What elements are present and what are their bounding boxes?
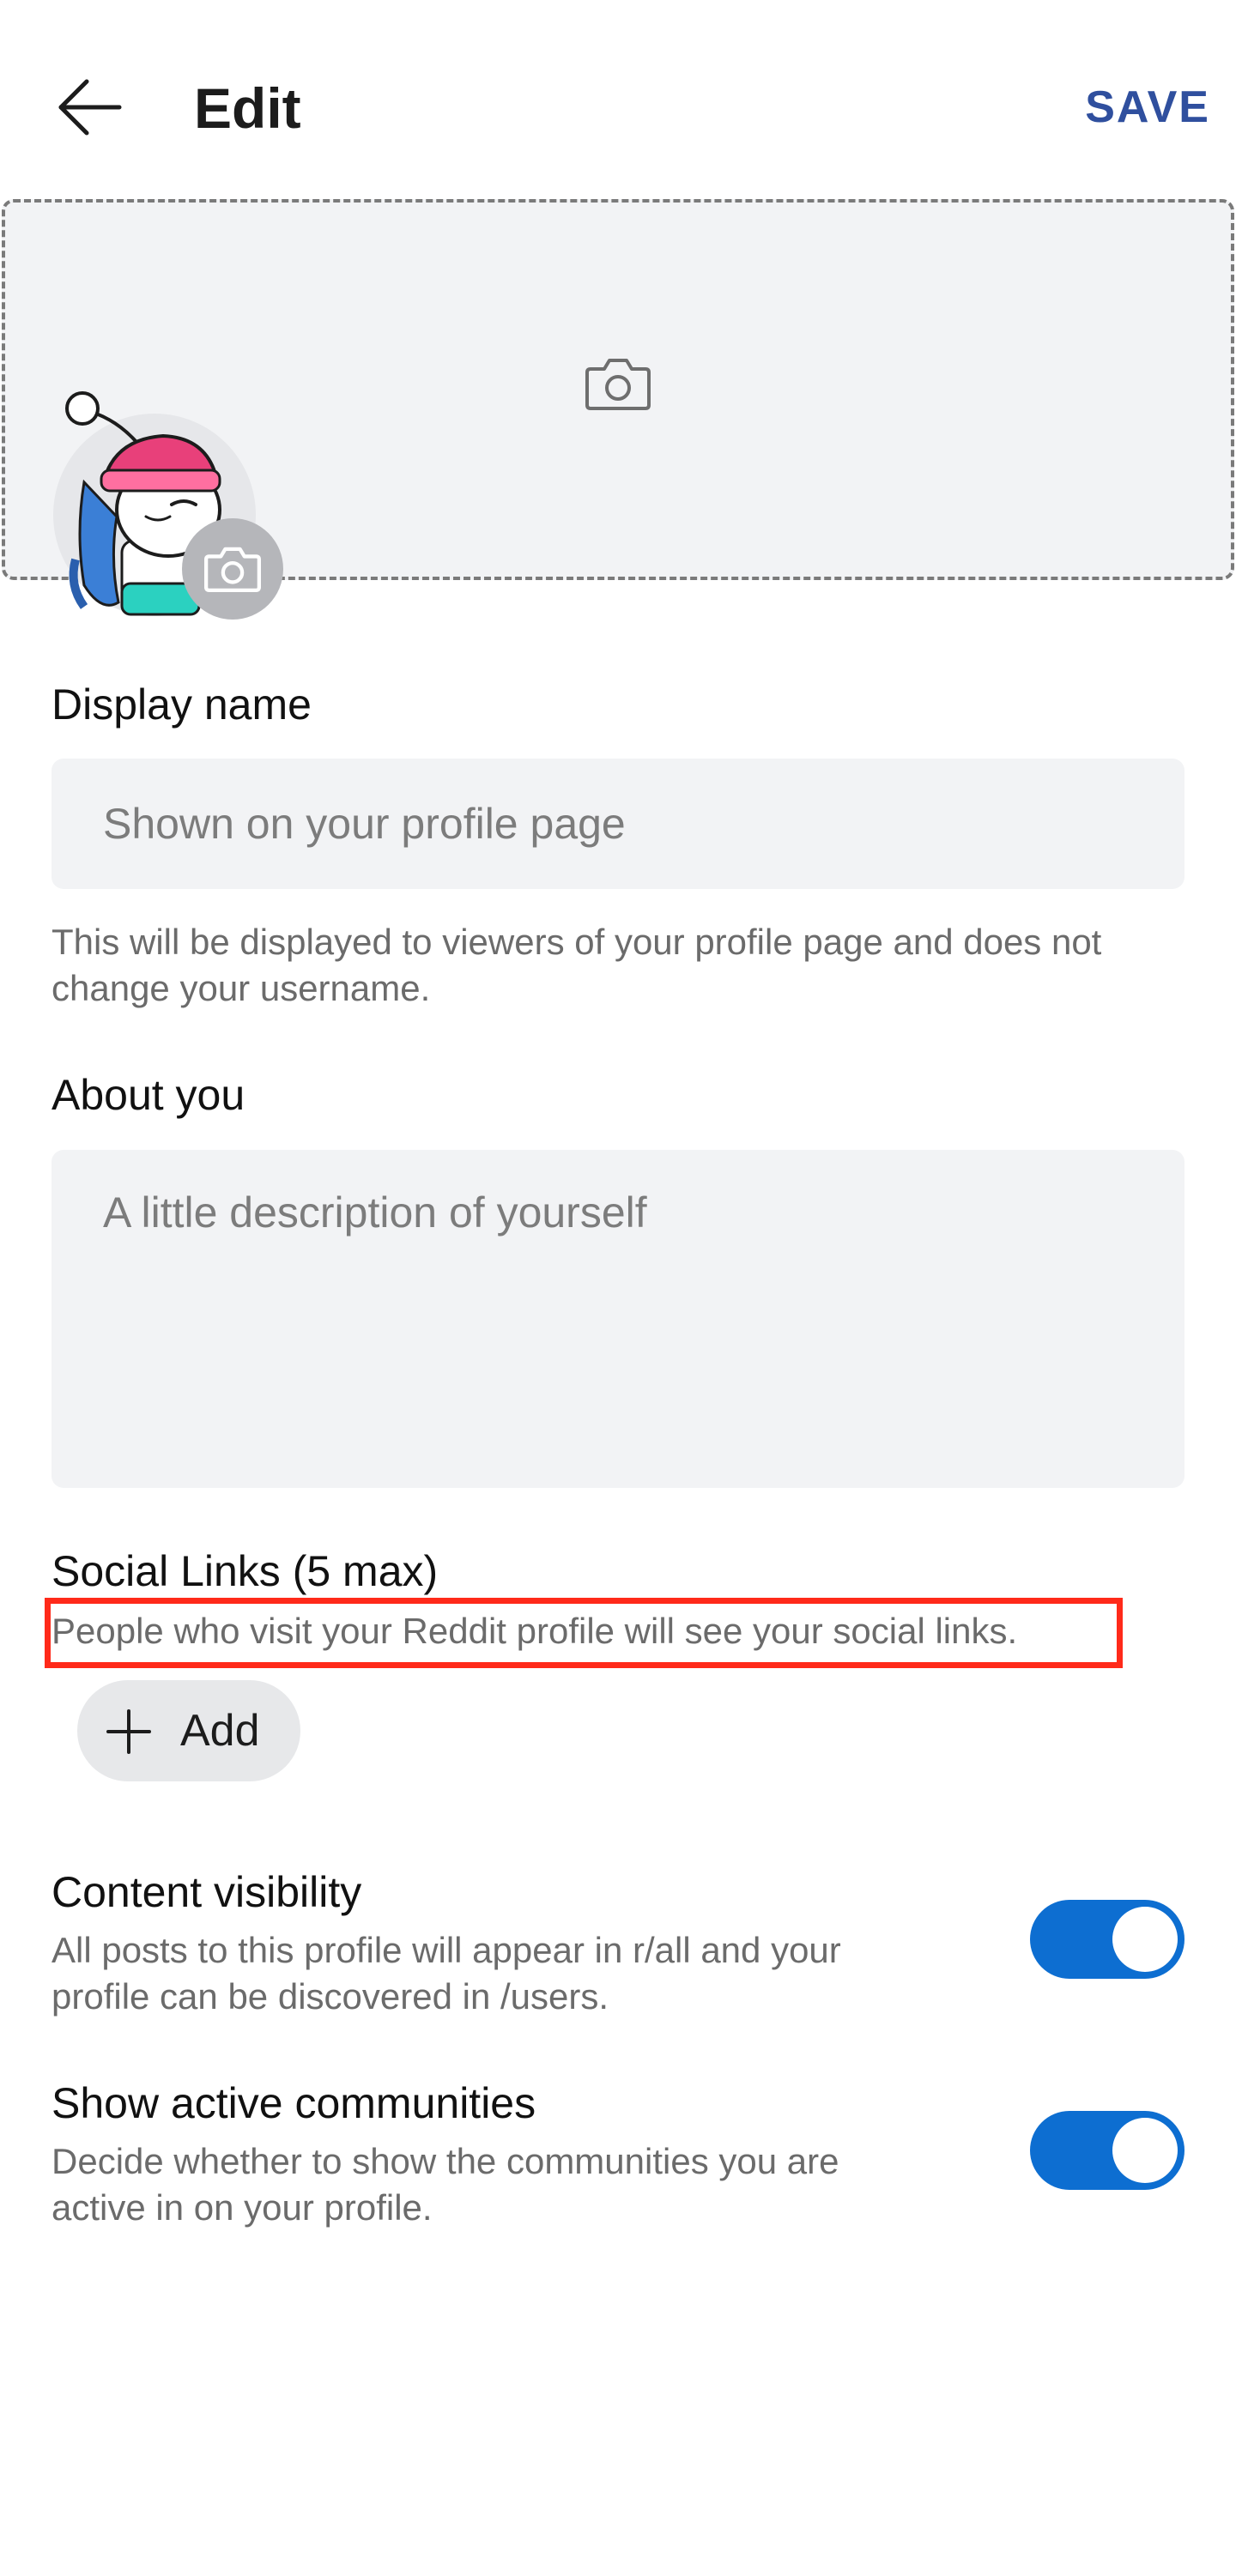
social-links-label: Social Links (5 max): [52, 1547, 439, 1595]
about-label: About you: [52, 1071, 245, 1119]
active-communities-description: Decide whether to show the communities y…: [52, 2141, 839, 2228]
social-links-helper: People who visit your Reddit profile wil…: [52, 1611, 1018, 1651]
toggle-knob: [1112, 1907, 1178, 1972]
avatar-camera-button[interactable]: [182, 518, 283, 620]
active-communities-title: Show active communities: [52, 2079, 536, 2127]
top-bar: Edit SAVE: [0, 0, 1236, 197]
plus-icon: [106, 1709, 151, 1754]
add-social-link-button[interactable]: Add: [77, 1680, 300, 1781]
add-button-label: Add: [180, 1706, 260, 1756]
content-visibility-title: Content visibility: [52, 1868, 362, 1916]
camera-icon: [204, 547, 262, 592]
content-visibility-description: All posts to this profile will appear in…: [52, 1930, 841, 2017]
save-button[interactable]: SAVE: [1085, 77, 1210, 137]
content-visibility-toggle[interactable]: [1030, 1900, 1184, 1979]
arrow-left-icon: [58, 79, 122, 136]
toggle-knob: [1112, 2118, 1178, 2183]
about-placeholder: A little description of yourself: [103, 1188, 647, 1237]
display-name-label: Display name: [52, 680, 312, 729]
active-communities-toggle[interactable]: [1030, 2111, 1184, 2190]
about-textarea[interactable]: A little description of yourself: [52, 1150, 1184, 1488]
display-name-input[interactable]: Shown on your profile page: [52, 759, 1184, 889]
camera-icon[interactable]: [584, 354, 652, 414]
display-name-placeholder: Shown on your profile page: [103, 800, 626, 848]
display-name-helper: This will be displayed to viewers of you…: [52, 922, 1102, 1008]
back-button[interactable]: [50, 69, 127, 146]
page-title: Edit: [194, 76, 301, 140]
